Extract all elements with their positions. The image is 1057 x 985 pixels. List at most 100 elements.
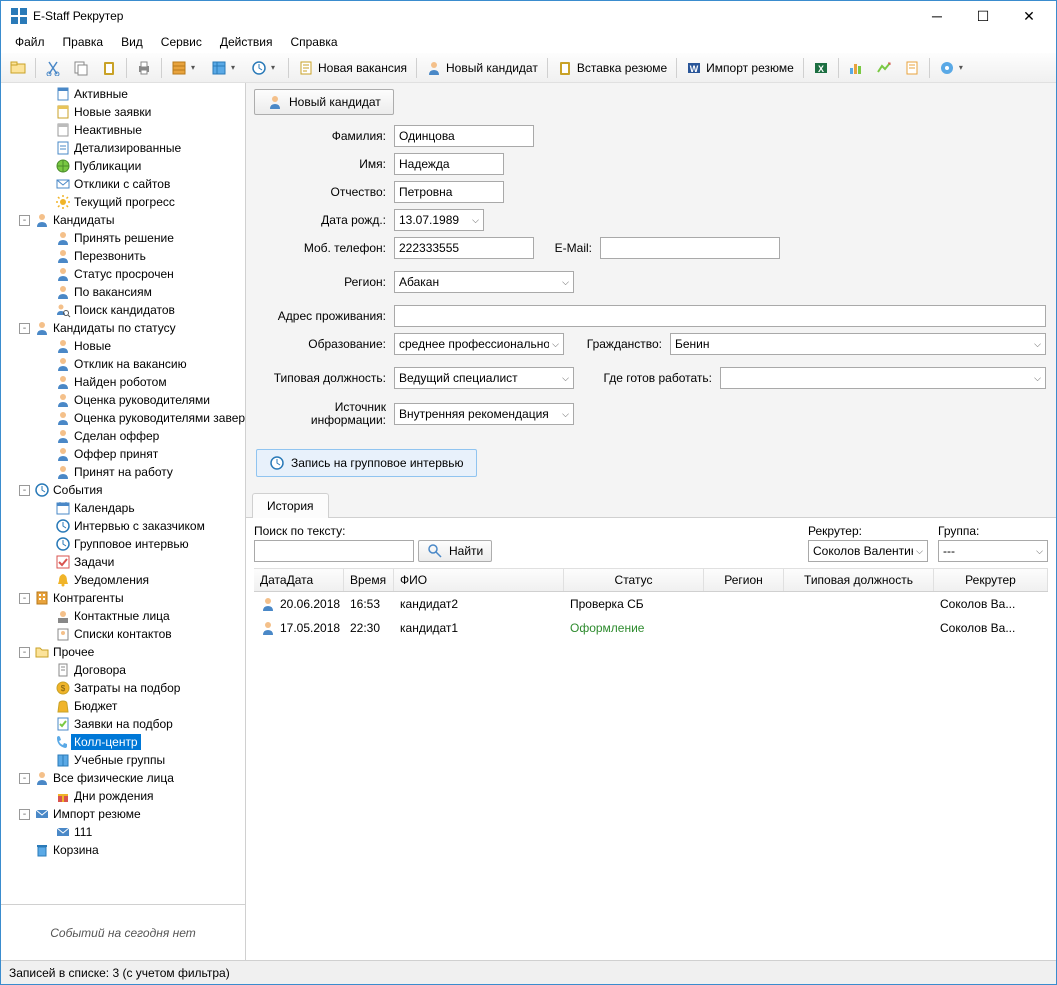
tree-item[interactable]: Заявки на подбор	[1, 715, 245, 733]
tree-item[interactable]: Оффер принят	[1, 445, 245, 463]
tree-item[interactable]: Текущий прогресс	[1, 193, 245, 211]
tree-item[interactable]: Активные	[1, 85, 245, 103]
insert-resume-button[interactable]: Вставка резюме	[552, 56, 672, 80]
group-select[interactable]: ---⌵	[938, 540, 1048, 562]
tree-item[interactable]: Найден роботом	[1, 373, 245, 391]
grid-button-1[interactable]: ▾	[166, 56, 204, 80]
patronymic-input[interactable]	[394, 181, 504, 203]
tree-item[interactable]: Сделан оффер	[1, 427, 245, 445]
history-search-input[interactable]	[254, 540, 414, 562]
col-header-region[interactable]: Регион	[704, 569, 784, 591]
menu-файл[interactable]: Файл	[7, 33, 53, 51]
tree-item[interactable]: Контактные лица	[1, 607, 245, 625]
tree-item[interactable]: Детализированные	[1, 139, 245, 157]
col-header-time[interactable]: Время	[344, 569, 394, 591]
new-candidate-button[interactable]: Новый кандидат	[421, 56, 543, 80]
tree-item[interactable]: Публикации	[1, 157, 245, 175]
education-select[interactable]: среднее профессиональное⌵	[394, 333, 564, 355]
col-header-date[interactable]: ДатаДата	[254, 569, 344, 591]
expand-toggle[interactable]: -	[19, 485, 30, 496]
tree-item[interactable]: Договора	[1, 661, 245, 679]
report-button[interactable]	[899, 56, 925, 80]
tree-item[interactable]: Отклик на вакансию	[1, 355, 245, 373]
col-header-recruiter[interactable]: Рекрутер	[934, 569, 1048, 591]
tree-item[interactable]: 111	[1, 823, 245, 841]
expand-toggle[interactable]: -	[19, 593, 30, 604]
expand-toggle[interactable]: -	[19, 323, 30, 334]
tree-item[interactable]: Принять решение	[1, 229, 245, 247]
tree-item[interactable]: Групповое интервью	[1, 535, 245, 553]
menu-вид[interactable]: Вид	[113, 33, 151, 51]
stats-button[interactable]	[871, 56, 897, 80]
region-select[interactable]: Абакан⌵	[394, 271, 574, 293]
group-interview-button[interactable]: Запись на групповое интервью	[256, 449, 477, 477]
copy-button[interactable]	[68, 56, 94, 80]
tree-item[interactable]: Поиск кандидатов	[1, 301, 245, 319]
position-select[interactable]: Ведущий специалист⌵	[394, 367, 574, 389]
tree-item[interactable]: Дни рождения	[1, 787, 245, 805]
tree-item[interactable]: Списки контактов	[1, 625, 245, 643]
tree-item[interactable]: $Затраты на подбор	[1, 679, 245, 697]
tree-item[interactable]: Колл-центр	[1, 733, 245, 751]
tree-item[interactable]: Неактивные	[1, 121, 245, 139]
col-header-position[interactable]: Типовая должность	[784, 569, 934, 591]
expand-toggle[interactable]: -	[19, 809, 30, 820]
citizenship-select[interactable]: Бенин⌵	[670, 333, 1046, 355]
new-candidate-content-button[interactable]: Новый кандидат	[254, 89, 394, 115]
tree-item[interactable]: -Кандидаты по статусу	[1, 319, 245, 337]
lastname-input[interactable]	[394, 125, 534, 147]
clock-button[interactable]: ▾	[246, 56, 284, 80]
birthdate-picker[interactable]: 13.07.1989⌵	[394, 209, 484, 231]
expand-toggle[interactable]: -	[19, 647, 30, 658]
tree-item[interactable]: -Импорт резюме	[1, 805, 245, 823]
tree-item[interactable]: Оценка руководителями завершена	[1, 409, 245, 427]
menu-сервис[interactable]: Сервис	[153, 33, 210, 51]
expand-toggle[interactable]: -	[19, 215, 30, 226]
tree-item[interactable]: Новые заявки	[1, 103, 245, 121]
email-input[interactable]	[600, 237, 780, 259]
tree-item[interactable]: По вакансиям	[1, 283, 245, 301]
tree-item[interactable]: -Кандидаты	[1, 211, 245, 229]
tree-item[interactable]: Учебные группы	[1, 751, 245, 769]
tree-item[interactable]: Отклики с сайтов	[1, 175, 245, 193]
tree-item[interactable]: -Все физические лица	[1, 769, 245, 787]
print-button[interactable]	[131, 56, 157, 80]
import-resume-button[interactable]: WИмпорт резюме	[681, 56, 799, 80]
tree-item[interactable]: Календарь	[1, 499, 245, 517]
tree-item[interactable]: Перезвонить	[1, 247, 245, 265]
col-header-status[interactable]: Статус	[564, 569, 704, 591]
tree-item[interactable]: -Контрагенты	[1, 589, 245, 607]
col-header-fio[interactable]: ФИО	[394, 569, 564, 591]
grid-row[interactable]: 17.05.201822:30кандидат1ОформлениеСоколо…	[254, 616, 1048, 640]
menu-правка[interactable]: Правка	[55, 33, 112, 51]
menu-действия[interactable]: Действия	[212, 33, 281, 51]
find-button[interactable]: Найти	[418, 540, 492, 562]
address-input[interactable]	[394, 305, 1046, 327]
cut-button[interactable]	[40, 56, 66, 80]
phone-input[interactable]	[394, 237, 534, 259]
worklocation-select[interactable]: ⌵	[720, 367, 1046, 389]
tree-item[interactable]: Бюджет	[1, 697, 245, 715]
maximize-button[interactable]: ☐	[960, 1, 1006, 31]
tree-item[interactable]: Уведомления	[1, 571, 245, 589]
grid-button-2[interactable]: ▾	[206, 56, 244, 80]
paste-button[interactable]	[96, 56, 122, 80]
tree-item[interactable]: Оценка руководителями	[1, 391, 245, 409]
tree-item[interactable]: Корзина	[1, 841, 245, 859]
tree-item[interactable]: Новые	[1, 337, 245, 355]
minimize-button[interactable]: ─	[914, 1, 960, 31]
tree-item[interactable]: -События	[1, 481, 245, 499]
tab-history[interactable]: История	[252, 493, 329, 518]
settings-button[interactable]: ▾	[934, 56, 972, 80]
tree-item[interactable]: Принят на работу	[1, 463, 245, 481]
tree-item[interactable]: Интервью с заказчиком	[1, 517, 245, 535]
recruiter-select[interactable]: Соколов Валентин⌵	[808, 540, 928, 562]
close-button[interactable]: ✕	[1006, 1, 1052, 31]
excel-button[interactable]: X	[808, 56, 834, 80]
nav-tree[interactable]: АктивныеНовые заявкиНеактивныеДетализиро…	[1, 83, 245, 904]
source-select[interactable]: Внутренняя рекомендация⌵	[394, 403, 574, 425]
grid-row[interactable]: 20.06.201816:53кандидат2Проверка СБСокол…	[254, 592, 1048, 616]
menu-справка[interactable]: Справка	[282, 33, 345, 51]
tree-item[interactable]: -Прочее	[1, 643, 245, 661]
open-button[interactable]	[5, 56, 31, 80]
